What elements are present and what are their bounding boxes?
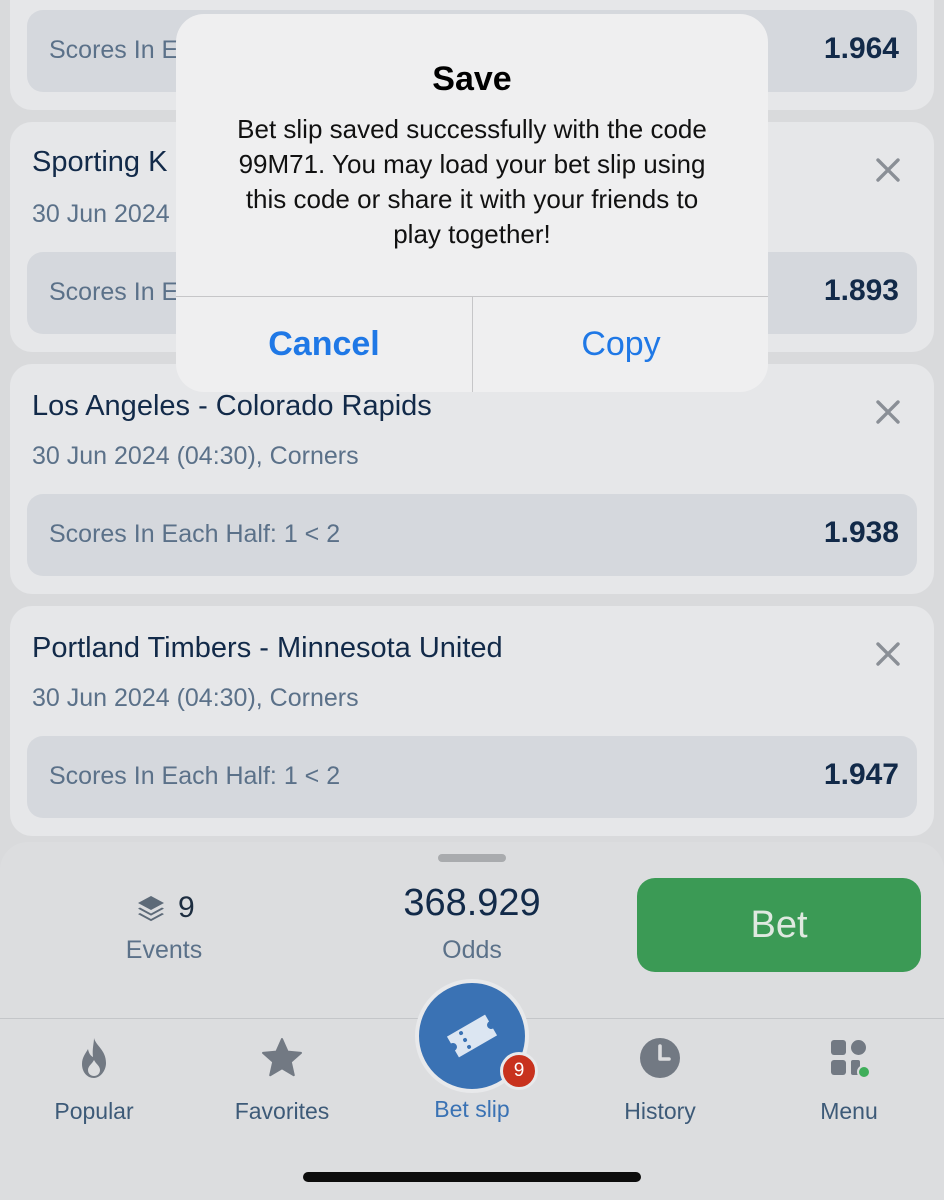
total-odds-label: Odds bbox=[442, 936, 502, 964]
selection-row[interactable]: Scores In Each Half: 1 < 2 1.947 bbox=[27, 736, 917, 818]
alert-title: Save bbox=[432, 60, 512, 98]
selection-odds: 1.938 bbox=[823, 516, 899, 549]
tab-popular-label: Popular bbox=[54, 1098, 134, 1124]
close-icon[interactable] bbox=[874, 640, 902, 668]
selection-odds: 1.893 bbox=[823, 274, 899, 307]
tab-history[interactable]: History bbox=[580, 1036, 740, 1126]
panel-grabber[interactable] bbox=[438, 854, 506, 862]
selection-market: Scores In E bbox=[49, 36, 179, 64]
save-alert-dialog: Save Bet slip saved successfully with th… bbox=[176, 14, 768, 392]
selection-odds: 1.964 bbox=[823, 32, 899, 65]
tab-popular[interactable]: Popular bbox=[14, 1036, 174, 1126]
tab-betslip-label: Bet slip bbox=[434, 1096, 510, 1122]
events-label: Events bbox=[125, 936, 203, 964]
clock-icon bbox=[640, 1038, 680, 1078]
bet-card: Los Angeles - Colorado Rapids 30 Jun 202… bbox=[10, 364, 934, 594]
selection-market: Scores In Each Half: 1 < 2 bbox=[49, 520, 341, 548]
bet-summary-panel: 9 Events 368.929 Odds Bet Popular Favori… bbox=[0, 842, 944, 1200]
close-icon[interactable] bbox=[874, 398, 902, 426]
selection-odds: 1.947 bbox=[823, 758, 899, 791]
selection-market: Scores In E bbox=[49, 278, 179, 306]
tab-favorites-label: Favorites bbox=[234, 1098, 330, 1124]
layers-icon bbox=[138, 896, 164, 922]
events-count-value: 9 bbox=[178, 891, 195, 924]
ticket-icon bbox=[446, 1014, 498, 1058]
match-meta: 30 Jun 2024 bbox=[32, 200, 170, 228]
flame-icon bbox=[82, 1038, 106, 1078]
match-meta: 30 Jun 2024 (04:30), Corners bbox=[32, 442, 359, 470]
match-title: Los Angeles - Colorado Rapids bbox=[32, 390, 432, 422]
tab-menu[interactable]: Menu bbox=[769, 1036, 929, 1126]
tab-favorites[interactable]: Favorites bbox=[202, 1036, 362, 1126]
selection-market: Scores In Each Half: 1 < 2 bbox=[49, 762, 341, 790]
total-odds-value: 368.929 bbox=[403, 882, 541, 924]
match-meta: 30 Jun 2024 (04:30), Corners bbox=[32, 684, 359, 712]
copy-button[interactable]: Copy bbox=[473, 297, 768, 392]
match-title: Sporting K bbox=[32, 146, 168, 178]
home-indicator bbox=[303, 1172, 641, 1182]
betslip-count-badge: 9 bbox=[500, 1052, 538, 1090]
bet-card: Portland Timbers - Minnesota United 30 J… bbox=[10, 606, 934, 836]
match-title: Portland Timbers - Minnesota United bbox=[32, 632, 503, 664]
tab-history-label: History bbox=[624, 1098, 696, 1124]
alert-message: Bet slip saved successfully with the cod… bbox=[237, 114, 707, 249]
events-counter: 9 bbox=[136, 888, 195, 928]
place-bet-button[interactable]: Bet bbox=[637, 878, 921, 972]
selection-row[interactable]: Scores In Each Half: 1 < 2 1.938 bbox=[27, 494, 917, 576]
tab-menu-label: Menu bbox=[820, 1098, 878, 1124]
close-icon[interactable] bbox=[874, 156, 902, 184]
cancel-button[interactable]: Cancel bbox=[176, 297, 472, 392]
grid-icon bbox=[831, 1040, 871, 1079]
star-icon bbox=[262, 1038, 302, 1077]
